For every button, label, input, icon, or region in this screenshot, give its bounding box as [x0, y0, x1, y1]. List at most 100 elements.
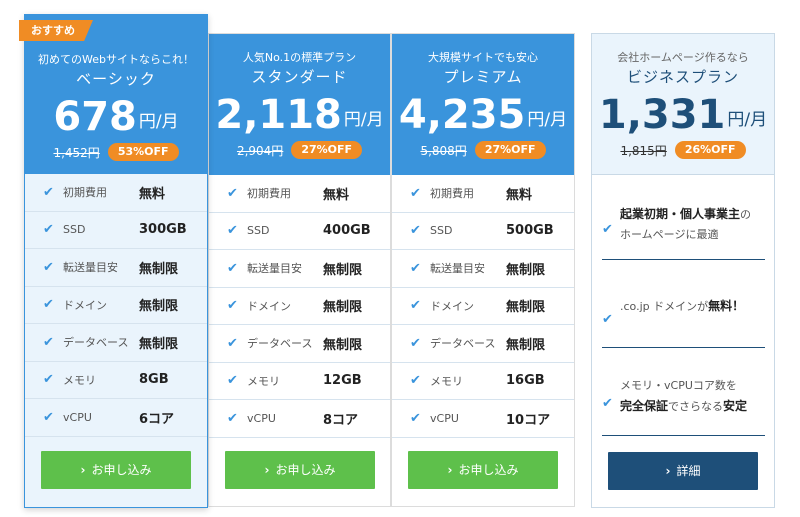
plan-card-business: 会社ホームページ作るなら ビジネスプラン 1,331 円/月 1,815円 26…: [591, 33, 775, 508]
feature-value: 無制限: [139, 261, 179, 277]
discount-line: 1,815円 26%OFF: [592, 141, 774, 159]
check-icon: ✔: [227, 410, 238, 426]
feature-list: ✔ 初期費用 無料 ✔ SSD 400GB ✔ 転送量目安 無制限 ✔ ドメイン 無制限 ✔ デー…: [209, 175, 390, 438]
check-icon: ✔: [43, 297, 54, 313]
plan-header: 会社ホームページ作るなら ビジネスプラン 1,331 円/月 1,815円 26…: [592, 34, 774, 175]
price-unit: 円/月: [727, 110, 768, 130]
plan-card-basic: おすすめ 初めてのWebサイトならこれ！ ベーシック 678 円/月 1,452…: [19, 14, 208, 508]
plan-price: 4,235: [398, 92, 526, 138]
feature-value: 16GB: [506, 373, 545, 389]
feature-label: vCPU: [430, 411, 459, 425]
feature-text: .co.jp ドメインが: [620, 300, 709, 313]
check-icon: ✔: [43, 409, 54, 425]
discount-badge: 53%OFF: [107, 143, 179, 161]
feature-row: ✔ 初期費用 無料: [392, 175, 574, 213]
feature-line: ホームページに最適: [620, 228, 719, 241]
plan-price: 2,118: [215, 92, 342, 138]
feature-label: メモリ: [63, 373, 96, 387]
feature-row: ✔ メモリ 12GB: [209, 363, 390, 400]
feature-value: 無制限: [323, 337, 363, 353]
plan-header: 人気No.1の標準プラン スタンダード 2,118 円/月 2,904円 27%…: [209, 34, 390, 175]
button-label: お申し込み: [275, 463, 336, 477]
feature-row: ✔ ドメイン 無制限: [25, 287, 207, 324]
feature-label: SSD: [430, 224, 453, 238]
check-icon: ✔: [410, 185, 421, 201]
feature-label: データベース: [63, 336, 129, 350]
recommended-ribbon: おすすめ: [19, 20, 93, 41]
feature-value: 無制限: [323, 300, 363, 316]
feature-value: 8GB: [139, 372, 169, 388]
feature-row: ✔ SSD 500GB: [392, 213, 574, 250]
apply-button-standard[interactable]: › お申し込み: [225, 451, 375, 489]
check-icon: ✔: [410, 373, 421, 389]
discount-line: 5,808円 27%OFF: [392, 141, 574, 159]
plan-tagline: 初めてのWebサイトならこれ！: [38, 53, 194, 66]
business-feature-guarantee: ✔ メモリ・vCPUコア数を 完全保証でさらなる安定: [602, 370, 765, 436]
feature-value: 無料: [139, 186, 166, 202]
feature-row: ✔ SSD 300GB: [25, 212, 207, 249]
feature-row: ✔ vCPU 10コア: [392, 400, 574, 438]
feature-text: の: [740, 208, 752, 221]
business-feature-domain: ✔ .co.jp ドメインが無料！: [602, 290, 765, 348]
old-price: 5,808円: [420, 143, 467, 158]
feature-row: ✔ メモリ 16GB: [392, 363, 574, 400]
apply-button-basic[interactable]: › お申し込み: [41, 451, 191, 489]
feature-label: 転送量目安: [247, 262, 302, 276]
discount-line: 2,904円 27%OFF: [209, 141, 390, 159]
feature-line: メモリ・vCPUコア数を: [620, 379, 737, 392]
feature-row: ✔ データベース 無制限: [209, 325, 390, 363]
feature-list: ✔ 初期費用 無料 ✔ SSD 300GB ✔ 転送量目安 無制限 ✔ ドメイン 無制限 ✔ デー…: [25, 174, 207, 437]
feature-label: データベース: [247, 337, 313, 351]
check-icon: ✔: [43, 259, 54, 275]
feature-label: 初期費用: [430, 187, 474, 201]
feature-label: vCPU: [247, 411, 276, 425]
feature-bold: 安定: [723, 399, 748, 413]
check-icon: ✔: [602, 311, 613, 327]
feature-value: 300GB: [139, 222, 187, 238]
chevron-right-icon: ›: [264, 463, 270, 477]
check-icon: ✔: [227, 335, 238, 351]
discount-line: 1,452円 53%OFF: [25, 143, 207, 161]
feature-row: ✔ 転送量目安 無制限: [392, 250, 574, 288]
feature-value: 400GB: [323, 223, 371, 239]
feature-value: 無制限: [506, 262, 546, 278]
check-icon: ✔: [43, 222, 54, 238]
feature-bold: 完全保証: [620, 399, 669, 413]
feature-line: .co.jp ドメインが無料！: [620, 296, 765, 317]
old-price: 1,452円: [53, 145, 100, 160]
check-icon: ✔: [227, 223, 238, 239]
price-line: 1,331 円/月: [592, 93, 774, 137]
feature-label: 初期費用: [63, 186, 107, 200]
plan-tagline: 人気No.1の標準プラン: [242, 51, 357, 64]
old-price: 1,815円: [620, 143, 667, 158]
feature-row: ✔ 初期費用 無料: [209, 175, 390, 213]
check-icon: ✔: [43, 334, 54, 350]
feature-row: ✔ データベース 無制限: [392, 325, 574, 363]
apply-button-premium[interactable]: › お申し込み: [408, 451, 558, 489]
button-label: お申し込み: [91, 463, 152, 477]
price-unit: 円/月: [343, 110, 384, 130]
plan-name: ビジネスプラン: [626, 68, 739, 86]
check-icon: ✔: [602, 221, 613, 237]
plan-price: 678: [53, 94, 137, 140]
plan-card-premium: 大規模サイトでも安心 プレミアム 4,235 円/月 5,808円 27%OFF…: [391, 33, 575, 507]
detail-button-business[interactable]: › 詳細: [608, 452, 758, 490]
chevron-right-icon: ›: [665, 464, 671, 478]
feature-value: 8コア: [323, 412, 359, 428]
feature-list: ✔ 初期費用 無料 ✔ SSD 500GB ✔ 転送量目安 無制限 ✔ ドメイン 無制限 ✔ デー…: [392, 175, 574, 438]
feature-row: ✔ 転送量目安 無制限: [25, 249, 207, 287]
feature-row: ✔ メモリ 8GB: [25, 362, 207, 399]
check-icon: ✔: [43, 184, 54, 200]
feature-value: 6コア: [139, 411, 175, 427]
feature-row: ✔ ドメイン 無制限: [392, 288, 574, 325]
feature-label: メモリ: [430, 374, 463, 388]
button-label: お申し込み: [458, 463, 519, 477]
button-label: 詳細: [676, 464, 701, 478]
plan-header: 大規模サイトでも安心 プレミアム 4,235 円/月 5,808円 27%OFF: [392, 34, 574, 175]
feature-label: ドメイン: [430, 299, 474, 313]
feature-value: 無制限: [139, 336, 179, 352]
check-icon: ✔: [410, 410, 421, 426]
price-line: 678 円/月: [25, 95, 207, 139]
feature-value: 無料: [323, 187, 350, 203]
feature-row: ✔ vCPU 6コア: [25, 399, 207, 437]
